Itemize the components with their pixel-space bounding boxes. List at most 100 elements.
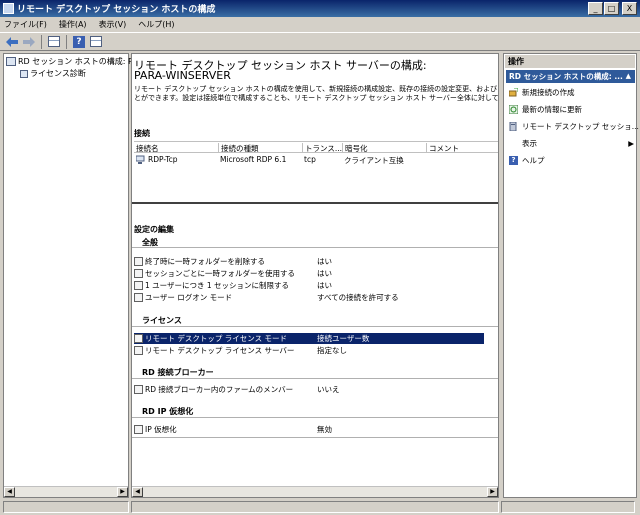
action-new-connection[interactable]: 新規接続の作成 (509, 87, 575, 98)
tree-item-rdsh-config[interactable]: RD セッション ホストの構成: PAF (6, 56, 142, 67)
setting-label: IP 仮想化 (145, 425, 177, 434)
property-icon (134, 281, 143, 290)
action-view[interactable]: 表示 ▶ (522, 138, 634, 149)
connections-table-header: 接続名 接続の種類 トランス... 暗号化 コメント (134, 141, 498, 153)
show-hide-tree-button[interactable] (47, 35, 61, 49)
property-icon (134, 257, 143, 266)
action-label: ヘルプ (522, 156, 545, 165)
column-header-name[interactable]: 接続名 (134, 143, 159, 153)
setting-value: すべての接続を許可する (317, 293, 399, 302)
toolbar: ? (0, 33, 640, 51)
actions-pane: 操作 RD セッション ホストの構成: ... ▲ 新規接続の作成 最新の情報に… (503, 53, 639, 498)
column-header-encryption[interactable]: 暗号化 (342, 143, 368, 153)
setting-value: はい (317, 269, 332, 278)
column-header-type[interactable]: 接続の種類 (218, 143, 259, 153)
close-button[interactable]: X (622, 2, 637, 15)
setting-row-license-server[interactable]: リモート デスクトップ ライセンス サーバー 指定なし (134, 345, 484, 356)
maximize-button[interactable]: □ (604, 2, 619, 15)
property-icon (134, 385, 143, 394)
setting-value: 無効 (317, 425, 332, 434)
setting-value: いいえ (317, 385, 340, 394)
submenu-arrow-icon: ▶ (628, 139, 634, 148)
setting-label: リモート デスクトップ ライセンス サーバー (145, 346, 295, 355)
connection-transport: tcp (304, 155, 316, 164)
action-help[interactable]: ? ヘルプ (509, 155, 545, 166)
group-broker-title: RD 接続ブローカー (142, 368, 214, 377)
toolbar-separator (41, 34, 42, 49)
forward-arrow-icon (23, 36, 35, 47)
status-panel (501, 501, 635, 513)
setting-row-license-mode[interactable]: リモート デスクトップ ライセンス モード 接続ユーザー数 (134, 333, 484, 344)
column-header-comment[interactable]: コメント (426, 143, 459, 153)
menu-view[interactable]: 表示(V) (99, 19, 127, 30)
minimize-button[interactable]: _ (588, 2, 603, 15)
setting-row-logon-mode[interactable]: ユーザー ログオン モード すべての接続を許可する (134, 292, 484, 303)
setting-label: セッションごとに一時フォルダーを使用する (145, 269, 295, 278)
server-config-icon (6, 57, 16, 66)
back-button[interactable] (5, 35, 19, 49)
help-icon: ? (73, 35, 85, 48)
connection-type: Microsoft RDP 6.1 (220, 155, 287, 164)
console-tree-icon (48, 36, 60, 47)
action-refresh[interactable]: 最新の情報に更新 (509, 104, 582, 115)
setting-label: 1 ユーザーにつき 1 セッションに制限する (145, 281, 290, 290)
property-icon (134, 293, 143, 302)
setting-row-single-session[interactable]: 1 ユーザーにつき 1 セッションに制限する はい (134, 280, 484, 291)
scroll-left-button[interactable]: ◀ (132, 487, 143, 497)
horizontal-scrollbar[interactable]: ◀ ▶ (132, 486, 498, 497)
collapse-icon[interactable]: ▲ (626, 70, 631, 83)
status-panel (3, 501, 129, 513)
divider (132, 247, 498, 248)
connection-name: RDP-Tcp (148, 155, 178, 164)
center-pane: リモート デスクトップ セッション ホスト サーバーの構成: PARA-WINS… (131, 53, 499, 498)
setting-label: ユーザー ログオン モード (145, 293, 233, 302)
tree-item-license-diagnosis[interactable]: ライセンス診断 (20, 68, 86, 79)
divider (132, 378, 498, 379)
setting-label: リモート デスクトップ ライセンス モード (145, 334, 288, 343)
forward-button[interactable] (22, 35, 36, 49)
server-icon (509, 122, 517, 131)
setting-label: 終了時に一時フォルダーを削除する (145, 257, 265, 266)
property-icon (134, 269, 143, 278)
setting-row-delete-temp[interactable]: 終了時に一時フォルダーを削除する はい (134, 256, 484, 267)
actions-title: 操作 (505, 55, 635, 68)
column-header-transport[interactable]: トランス... (302, 143, 342, 153)
setting-row-farm-member[interactable]: RD 接続ブローカー内のファームのメンバー いいえ (134, 384, 484, 395)
action-rd-session[interactable]: リモート デスクトップ セッショ... (509, 121, 639, 132)
menu-help[interactable]: ヘルプ(H) (138, 19, 174, 30)
toolbar-separator (66, 34, 67, 49)
window-title: リモート デスクトップ セッション ホストの構成 (17, 5, 216, 15)
divider (132, 326, 498, 327)
refresh-icon (509, 105, 518, 114)
horizontal-scrollbar[interactable]: ◀ ▶ (4, 486, 128, 497)
menu-action[interactable]: 操作(A) (59, 19, 87, 30)
actions-section-header[interactable]: RD セッション ホストの構成: ... ▲ (506, 70, 635, 83)
edit-settings-heading: 設定の編集 (134, 225, 174, 234)
help-icon: ? (509, 156, 518, 165)
divider (132, 437, 498, 438)
menu-file[interactable]: ファイル(F) (4, 19, 47, 30)
scroll-left-button[interactable]: ◀ (4, 487, 15, 497)
property-icon (134, 346, 143, 355)
divider (132, 417, 498, 418)
help-button[interactable]: ? (72, 35, 86, 49)
connection-encryption: クライアント互換 (344, 156, 404, 165)
status-panel (131, 501, 499, 513)
console-tree: RD セッション ホストの構成: PAF ライセンス診断 ◀ ▶ (3, 53, 142, 498)
scroll-right-button[interactable]: ▶ (117, 487, 128, 497)
server-name: PARA-WINSERVER (134, 69, 231, 82)
scroll-right-button[interactable]: ▶ (487, 487, 498, 497)
setting-row-ip-virtualization[interactable]: IP 仮想化 無効 (134, 424, 484, 435)
table-row[interactable]: RDP-Tcp Microsoft RDP 6.1 tcp クライアント互換 (134, 154, 498, 165)
network-connection-icon (136, 155, 145, 164)
group-ipv-title: RD IP 仮想化 (142, 407, 194, 416)
tree-item-label: ライセンス診断 (30, 69, 86, 78)
setting-value: はい (317, 257, 332, 266)
show-action-pane-button[interactable] (89, 35, 103, 49)
setting-row-per-session-temp[interactable]: セッションごとに一時フォルダーを使用する はい (134, 268, 484, 279)
divider (132, 202, 498, 204)
action-pane-icon (90, 36, 102, 47)
status-bar (0, 499, 640, 515)
property-icon (134, 425, 143, 434)
connections-heading: 接続 (134, 129, 150, 138)
